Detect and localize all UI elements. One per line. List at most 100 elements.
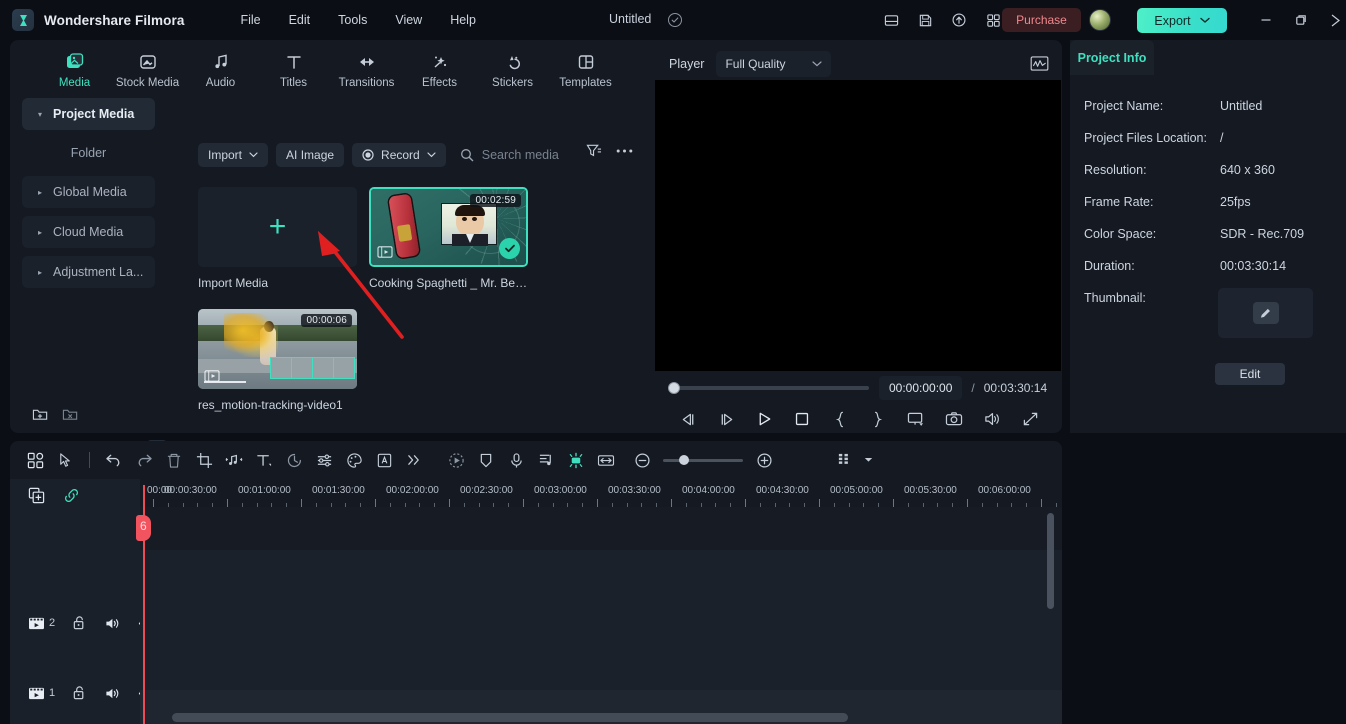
filter-icon[interactable] (586, 143, 602, 158)
redo-button[interactable] (129, 446, 159, 474)
sidebar-item-project-media[interactable]: ▾ Project Media (22, 98, 155, 130)
unlock-icon[interactable] (72, 615, 87, 631)
media-cell-import[interactable]: + Import Media (198, 187, 357, 290)
sidebar-item-cloud-media[interactable]: ▸ Cloud Media (22, 216, 155, 248)
menu-help[interactable]: Help (436, 8, 490, 32)
preview-stage[interactable] (655, 80, 1061, 371)
render-preview-button[interactable] (561, 446, 591, 474)
timeline-vertical-scrollbar[interactable] (1047, 513, 1054, 609)
sidebar-item-global-media[interactable]: ▸ Global Media (22, 176, 155, 208)
select-tool-button[interactable] (50, 446, 80, 474)
tab-project-info[interactable]: Project Info (1070, 40, 1154, 75)
tab-stickers[interactable]: Stickers (476, 40, 549, 95)
current-timecode[interactable]: 00:00:00:00 (879, 376, 963, 400)
volume-button[interactable] (973, 406, 1011, 432)
record-button[interactable]: Record (352, 143, 446, 167)
color-button[interactable] (339, 446, 369, 474)
search-input[interactable] (481, 148, 602, 162)
playhead-handle[interactable]: 6 (136, 515, 151, 541)
mark-out-button[interactable] (859, 406, 897, 432)
edit-thumbnail-button[interactable]: Edit (1215, 363, 1285, 385)
display-mode-button[interactable] (897, 406, 935, 432)
ai-image-button[interactable]: AI Image (276, 143, 345, 167)
import-button[interactable]: Import (198, 143, 269, 167)
timeline-ruler[interactable]: 00:00 00:00:30:00 00:01:00:00 00:01:30:0… (140, 485, 1062, 507)
stop-button[interactable] (783, 406, 821, 432)
timeline-templates-button[interactable] (20, 446, 50, 474)
tab-audio[interactable]: Audio (184, 40, 257, 95)
timeline-tracks-area[interactable] (140, 507, 1062, 724)
tab-media[interactable]: Media (38, 40, 111, 95)
restore-icon[interactable] (1288, 8, 1314, 32)
voiceover-button[interactable] (501, 446, 531, 474)
beat-detect-button[interactable] (531, 446, 561, 474)
zoom-out-button[interactable] (627, 446, 657, 474)
adjust-button[interactable] (309, 446, 339, 474)
sidebar-item-folder[interactable]: Folder (22, 138, 155, 168)
avatar[interactable] (1089, 9, 1111, 31)
link-icon[interactable] (63, 487, 80, 504)
track-lane-1[interactable] (140, 620, 1062, 690)
delete-folder-icon[interactable] (62, 407, 78, 422)
detach-audio-button[interactable] (219, 446, 249, 474)
export-button[interactable]: Export (1137, 8, 1227, 33)
tab-templates[interactable]: Templates (549, 40, 622, 95)
more-horizontal-icon[interactable] (616, 148, 633, 154)
undo-button[interactable] (99, 446, 129, 474)
menu-edit[interactable]: Edit (275, 8, 325, 32)
tab-titles[interactable]: Titles (257, 40, 330, 95)
mask-button[interactable] (369, 446, 399, 474)
menu-file[interactable]: File (226, 8, 274, 32)
tab-effects[interactable]: Effects (403, 40, 476, 95)
playhead[interactable]: 6 (136, 485, 151, 724)
add-text-button[interactable] (249, 446, 279, 474)
close-icon[interactable] (1322, 8, 1346, 32)
waveform-scope-icon[interactable] (1027, 52, 1051, 74)
previous-frame-button[interactable] (669, 406, 707, 432)
auto-reframe-button[interactable] (441, 446, 471, 474)
layout-panel-icon[interactable] (878, 8, 904, 32)
speaker-icon[interactable] (104, 616, 121, 631)
media-cell-motion-tracking[interactable]: 00:00:06 res_motion-tracking-video1 (198, 309, 357, 412)
zoom-slider-handle[interactable] (679, 455, 689, 465)
media-cell-cooking-spaghetti[interactable]: 00:02:59 Cooking Spaghetti _ Mr. Bea... (369, 187, 528, 290)
tab-stock-media[interactable]: Stock Media (111, 40, 184, 95)
media-thumbnail[interactable]: 00:00:06 (198, 309, 357, 389)
crop-button[interactable] (189, 446, 219, 474)
media-thumbnail[interactable]: 00:02:59 (369, 187, 528, 267)
project-thumbnail-slot[interactable] (1218, 288, 1313, 338)
menu-tools[interactable]: Tools (324, 8, 381, 32)
seek-handle[interactable] (668, 382, 680, 394)
zoom-slider[interactable] (663, 455, 743, 465)
speed-button[interactable] (279, 446, 309, 474)
mark-in-button[interactable] (821, 406, 859, 432)
cloud-upload-icon[interactable] (946, 8, 972, 32)
sidebar-item-adjustment-layer[interactable]: ▸ Adjustment La... (22, 256, 155, 288)
minimize-icon[interactable] (1253, 8, 1279, 32)
delete-button[interactable] (159, 446, 189, 474)
timeline-horizontal-scrollbar[interactable] (172, 713, 848, 722)
tab-transitions[interactable]: Transitions (330, 40, 403, 95)
zoom-in-button[interactable] (749, 446, 779, 474)
track-lane-2[interactable] (140, 550, 1062, 620)
track-settings-caret[interactable] (859, 446, 877, 474)
add-track-icon[interactable] (28, 487, 45, 504)
next-frame-button[interactable] (707, 406, 745, 432)
new-folder-icon[interactable] (32, 407, 48, 422)
fit-timeline-button[interactable] (591, 446, 621, 474)
speaker-icon[interactable] (104, 686, 121, 701)
purchase-button[interactable]: Purchase (1002, 8, 1081, 32)
snapshot-button[interactable] (935, 406, 973, 432)
fullscreen-button[interactable] (1011, 406, 1049, 432)
unlock-icon[interactable] (72, 685, 87, 701)
menu-view[interactable]: View (381, 8, 436, 32)
quality-select[interactable]: Full Quality (716, 51, 832, 77)
more-tools-button[interactable] (399, 446, 429, 474)
seek-slider[interactable] (668, 382, 869, 394)
track-settings-button[interactable] (829, 446, 859, 474)
play-button[interactable] (745, 406, 783, 432)
save-disk-icon[interactable] (912, 8, 938, 32)
chevron-down-icon (249, 152, 258, 158)
marker-button[interactable] (471, 446, 501, 474)
import-media-dropzone[interactable]: + (198, 187, 357, 267)
